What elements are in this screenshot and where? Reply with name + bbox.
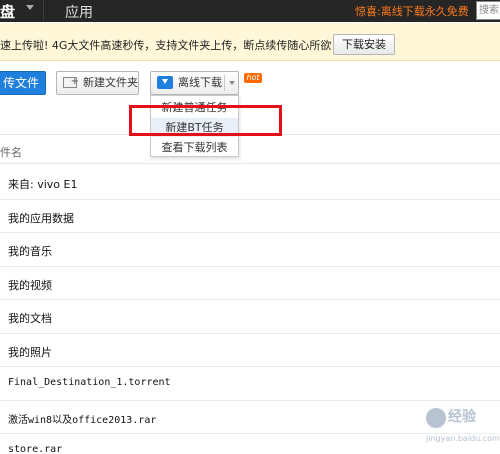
watermark: 经验 jingyan.baidu.com <box>420 400 500 454</box>
paw-logo-icon <box>426 408 446 428</box>
download-icon <box>157 76 173 89</box>
file-name[interactable]: 我的音乐 <box>8 243 52 259</box>
promo-link[interactable]: 惊喜:离线下载永久免费 <box>355 3 469 19</box>
list-item[interactable]: Final_Destination_1.torrent <box>0 367 500 401</box>
new-folder-button[interactable]: 新建文件夹 <box>56 71 139 95</box>
list-item[interactable]: 来自: vivo E1 <box>0 166 500 200</box>
watermark-title: 经验 <box>448 409 476 425</box>
list-item[interactable]: 我的视频 <box>0 267 500 300</box>
hot-badge: hot <box>244 73 262 83</box>
file-name[interactable]: 来自: vivo E1 <box>8 176 77 192</box>
offline-download-label: 离线下载 <box>178 76 222 89</box>
file-name[interactable]: 我的应用数据 <box>8 210 74 226</box>
client-promo-banner: 速上传啦! 4G大文件高速秒传，支持文件夹上传，断点续传随心所欲! 下载安装 <box>0 23 500 61</box>
nav-apps-link[interactable]: 应用 <box>65 2 93 22</box>
list-item[interactable]: 我的文档 <box>0 300 500 334</box>
annotation-highlight-box <box>129 105 282 136</box>
top-nav-bar: 盘 应用 惊喜:离线下载永久免费 搜索 <box>0 0 500 22</box>
download-install-button[interactable]: 下载安装 <box>333 34 395 55</box>
file-toolbar: 传文件 新建文件夹 离线下载 hot <box>0 61 500 106</box>
offline-download-button[interactable]: 离线下载 <box>150 71 239 95</box>
file-name[interactable]: Final_Destination_1.torrent <box>8 377 171 388</box>
banner-text: 速上传啦! 4G大文件高速秒传，支持文件夹上传，断点续传随心所欲! <box>0 39 336 52</box>
list-item[interactable]: 我的应用数据 <box>0 200 500 233</box>
file-list-header: 件名 <box>0 134 500 164</box>
file-name[interactable]: 我的照片 <box>8 344 52 360</box>
menu-item-view-download-list[interactable]: 查看下载列表 <box>151 138 238 157</box>
list-item[interactable]: 我的照片 <box>0 334 500 367</box>
nav-divider <box>43 0 44 22</box>
button-divider <box>224 75 225 91</box>
chevron-down-icon[interactable] <box>229 81 235 85</box>
list-item[interactable]: 我的音乐 <box>0 233 500 267</box>
file-name[interactable]: 我的视频 <box>8 277 52 293</box>
brand-logo-text[interactable]: 盘 <box>0 1 15 22</box>
netdisk-window: 盘 应用 惊喜:离线下载永久免费 搜索 速上传啦! 4G大文件高速秒传，支持文件… <box>0 0 500 454</box>
file-name[interactable]: 激活win8以及office2013.rar <box>8 411 156 426</box>
new-folder-icon <box>63 71 79 93</box>
watermark-url: jingyan.baidu.com <box>426 434 500 443</box>
search-input[interactable]: 搜索 <box>476 1 500 20</box>
file-name[interactable]: 我的文档 <box>8 310 52 326</box>
new-folder-label: 新建文件夹 <box>83 76 138 89</box>
file-name[interactable]: store.rar <box>8 444 62 454</box>
column-header-filename[interactable]: 件名 <box>0 144 22 160</box>
upload-file-button[interactable]: 传文件 <box>0 71 46 95</box>
chevron-down-icon[interactable] <box>26 5 34 10</box>
